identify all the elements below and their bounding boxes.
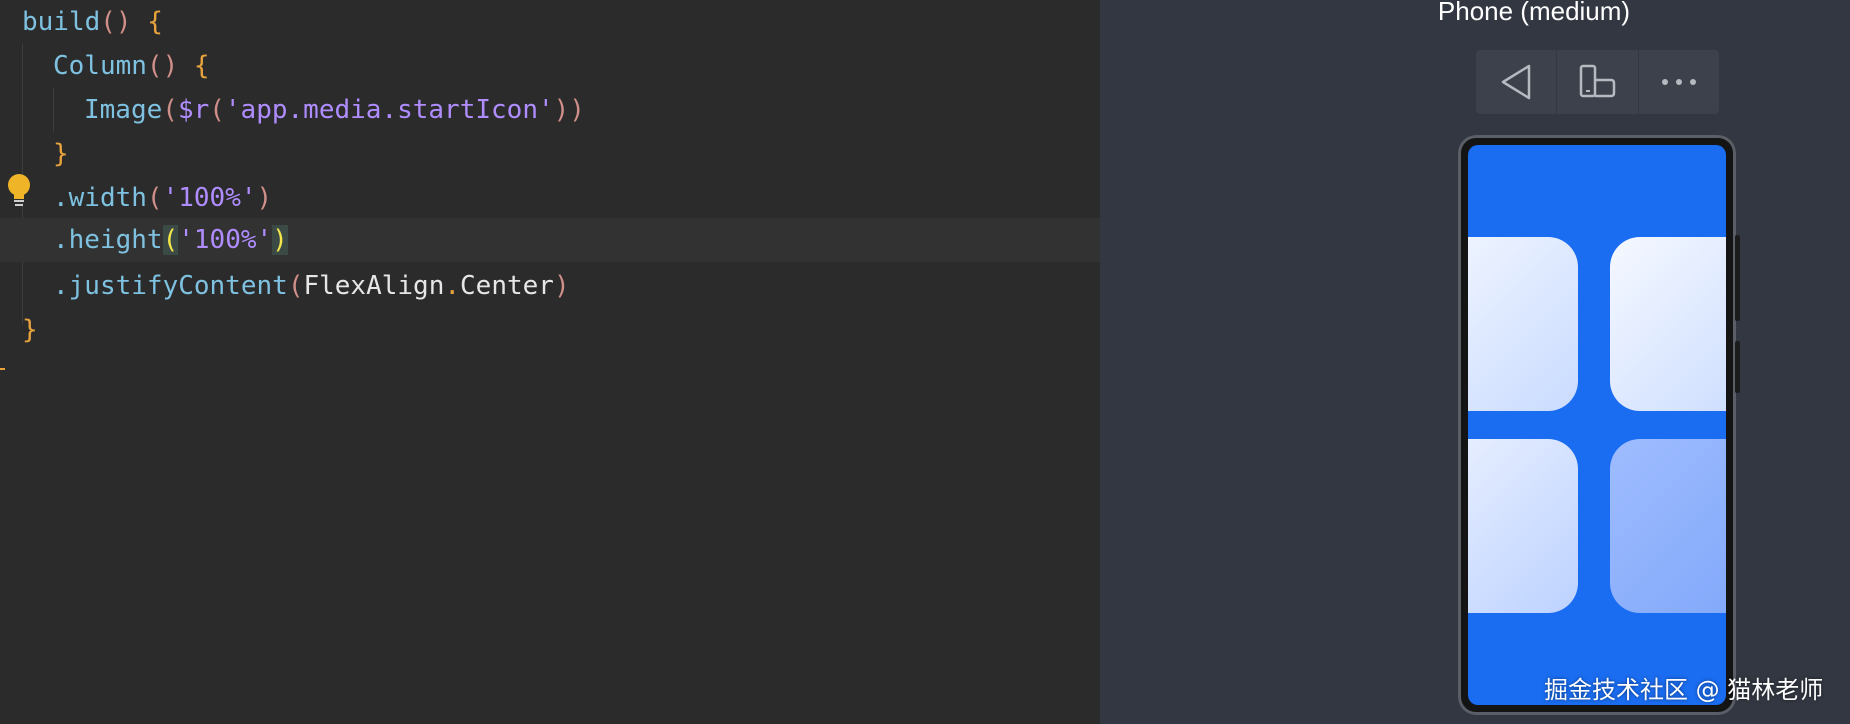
- previewer-toolbar: [1476, 50, 1719, 114]
- code-line-text: Column() {: [53, 44, 210, 88]
- code-line[interactable]: Column() {: [0, 44, 1100, 88]
- code-line-current[interactable]: .height('100%'): [0, 218, 1100, 262]
- lightbulb-icon[interactable]: [6, 174, 32, 208]
- code-token: 'app.media.startIcon': [224, 95, 554, 125]
- code-token: }: [53, 139, 69, 169]
- code-line-text: build() {: [22, 0, 163, 44]
- code-token: (: [146, 183, 163, 213]
- code-token: (: [162, 225, 179, 255]
- code-token: (: [162, 95, 178, 125]
- code-line-text: .height('100%'): [53, 218, 288, 262]
- phone-screen[interactable]: [1468, 145, 1726, 705]
- code-token: .justifyContent: [53, 271, 288, 301]
- code-token: $r: [177, 95, 210, 125]
- code-token: (: [209, 95, 225, 125]
- code-token: (): [146, 51, 179, 81]
- code-token: .: [444, 271, 461, 301]
- code-token: FlexAlign: [303, 271, 445, 301]
- code-line[interactable]: build() {: [0, 0, 1100, 44]
- code-token: {: [193, 51, 210, 81]
- code-line[interactable]: Image($r('app.media.startIcon')): [0, 88, 1100, 132]
- power-button: [1735, 341, 1740, 393]
- code-token: build: [22, 7, 101, 37]
- phone-frame: [1458, 135, 1740, 715]
- device-title: Phone (medium): [1437, 0, 1631, 26]
- icon-tile: [1468, 439, 1578, 613]
- code-line-text: .width('100%'): [53, 176, 272, 220]
- code-token: ): [553, 271, 570, 301]
- code-token: }: [22, 315, 38, 345]
- icon-tile: [1468, 237, 1578, 411]
- code-token: Center: [460, 271, 554, 301]
- code-token: Image: [84, 95, 163, 125]
- code-token: '100%': [178, 225, 273, 255]
- code-line[interactable]: }: [0, 308, 1100, 352]
- fold-marker: [0, 368, 5, 370]
- code-token: .width: [53, 183, 147, 213]
- code-token: Column: [53, 51, 147, 81]
- back-triangle-icon: [1501, 64, 1531, 100]
- code-line[interactable]: .width('100%'): [0, 176, 1100, 220]
- code-token: ): [256, 183, 273, 213]
- code-line[interactable]: .justifyContent(FlexAlign.Center): [0, 264, 1100, 308]
- code-token: {: [147, 7, 163, 37]
- more-icon: [1661, 79, 1696, 85]
- watermark: 掘金技术社区 @ 猫林老师: [1544, 676, 1824, 704]
- code-line-text: Image($r('app.media.startIcon')): [84, 88, 585, 132]
- code-token: )): [553, 95, 585, 125]
- icon-tile: [1610, 439, 1726, 613]
- previewer-panel: Phone (medium) 掘金技术社区 @ 猫林老师: [1100, 0, 1850, 724]
- more-button[interactable]: [1639, 50, 1719, 114]
- device-rotate-icon: [1580, 64, 1616, 98]
- code-line-text: .justifyContent(FlexAlign.Center): [53, 264, 570, 308]
- code-editor[interactable]: build() { Column() { Image($r('app.media…: [0, 0, 1100, 724]
- code-token: ): [272, 225, 288, 255]
- code-line-text: }: [22, 308, 38, 352]
- back-button[interactable]: [1476, 50, 1558, 114]
- code-token: '100%': [162, 183, 257, 213]
- code-token: (): [100, 7, 132, 37]
- device-rotate-button[interactable]: [1557, 50, 1639, 114]
- volume-button: [1735, 235, 1740, 321]
- code-line-text: }: [53, 132, 69, 176]
- code-line[interactable]: }: [0, 132, 1100, 176]
- code-token: .height: [53, 225, 163, 255]
- code-token: (: [287, 271, 304, 301]
- icon-tile: [1610, 237, 1726, 411]
